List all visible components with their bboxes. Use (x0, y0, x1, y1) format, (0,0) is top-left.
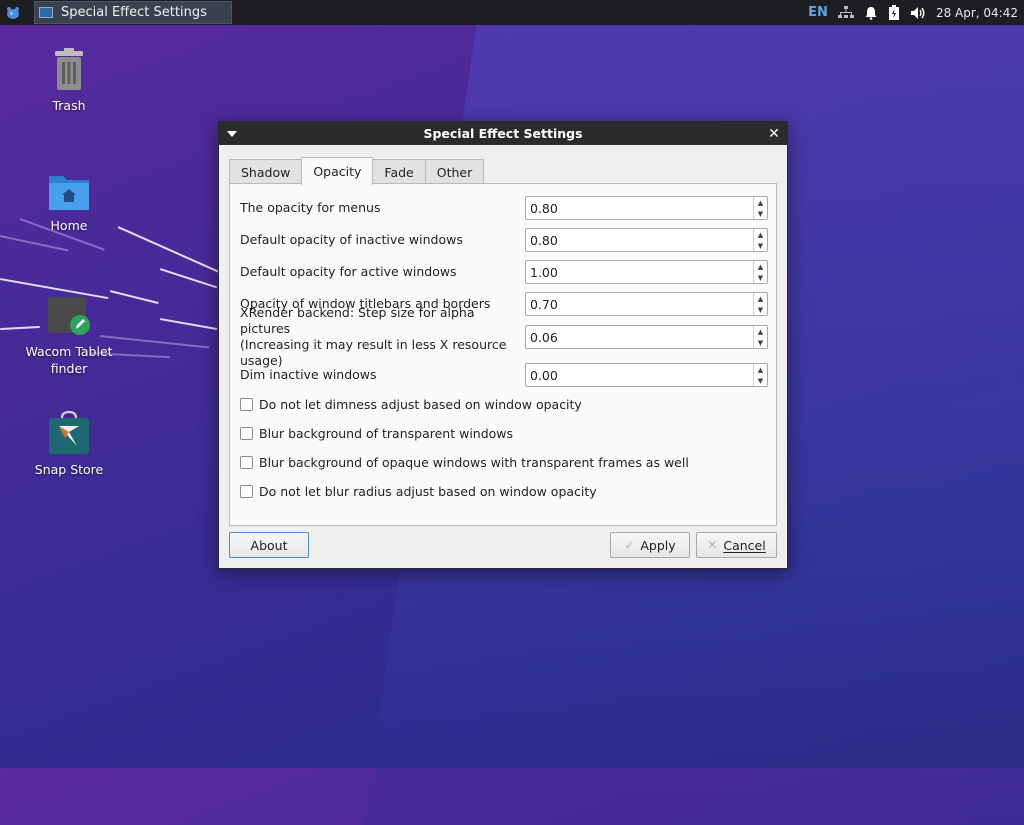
chevron-down-icon (227, 130, 237, 137)
spin-up-icon[interactable]: ▲ (754, 364, 767, 375)
tab-bar: Shadow Opacity Fade Other (229, 157, 485, 185)
taskbar-window-button[interactable]: Special Effect Settings (34, 1, 232, 24)
xfce-mouse-icon (7, 6, 19, 19)
applications-menu-button[interactable] (0, 0, 26, 25)
spin-up-icon[interactable]: ▲ (754, 261, 767, 272)
tab-shadow[interactable]: Shadow (229, 159, 303, 185)
check-icon: ✓ (624, 538, 635, 552)
tab-opacity[interactable]: Opacity (301, 157, 374, 185)
spin-up-icon[interactable]: ▲ (754, 197, 767, 208)
wallpaper-streak (0, 235, 69, 252)
volume-icon[interactable] (910, 6, 926, 20)
desktop-icon-label: Home (50, 218, 88, 233)
close-button[interactable]: ✕ (761, 126, 787, 142)
apply-button-label: Apply (640, 537, 676, 553)
setting-row-inactive-opacity: Default opacity of inactive windows 0.80… (240, 227, 768, 253)
wallpaper-streak (159, 268, 218, 289)
opacity-tab-panel: The opacity for menus 0.80 ▲ ▼ Default op… (229, 183, 777, 526)
window-icon (39, 7, 53, 18)
spin-up-icon[interactable]: ▲ (754, 229, 767, 240)
setting-label: Dim inactive windows (240, 367, 377, 382)
checkbox-dimness-opacity[interactable]: Do not let dimness adjust based on windo… (240, 397, 582, 412)
spinbox-value[interactable]: 0.80 (526, 197, 753, 219)
menu-opacity-spinbox[interactable]: 0.80 ▲ ▼ (525, 196, 768, 220)
wallpaper-streak (159, 318, 218, 331)
desktop-icon-label: Trash (52, 98, 86, 113)
apply-button[interactable]: ✓ Apply (610, 532, 690, 558)
checkbox-box[interactable] (240, 485, 253, 498)
network-icon[interactable] (837, 5, 854, 20)
spin-down-icon[interactable]: ▼ (754, 304, 767, 315)
setting-label: Default opacity of inactive windows (240, 232, 463, 247)
cancel-icon: ✕ (707, 538, 718, 552)
tab-fade[interactable]: Fade (372, 159, 426, 185)
spin-down-icon[interactable]: ▼ (754, 240, 767, 251)
trash-icon (51, 48, 87, 92)
notification-bell-icon[interactable] (864, 6, 878, 20)
wallpaper-streak (117, 226, 219, 273)
spin-up-icon[interactable]: ▲ (754, 293, 767, 304)
about-button-label: About (250, 537, 288, 553)
titlebar-opacity-spinbox[interactable]: 0.70 ▲ ▼ (525, 292, 768, 316)
wacom-tablet-icon (46, 295, 92, 337)
clock[interactable]: 28 Apr, 04:42 (936, 6, 1018, 20)
setting-row-xrender-step: XRender backend: Step size for alpha pic… (240, 305, 768, 368)
desktop-icon-trash[interactable]: Trash (19, 48, 119, 113)
dim-inactive-spinbox[interactable]: 0.00 ▲ ▼ (525, 363, 768, 387)
desktop-icon-wacom[interactable]: Wacom Tablet finder (19, 295, 119, 377)
spin-down-icon[interactable]: ▼ (754, 375, 767, 386)
tab-other[interactable]: Other (424, 159, 485, 185)
home-folder-icon (48, 172, 90, 212)
checkbox-label: Blur background of opaque windows with t… (259, 455, 689, 470)
spinbox-value[interactable]: 0.80 (526, 229, 753, 251)
spin-down-icon[interactable]: ▼ (754, 208, 767, 219)
close-icon: ✕ (768, 125, 780, 142)
top-panel: Special Effect Settings EN 28 Apr, 04:42 (0, 0, 1024, 25)
dialog-title: Special Effect Settings (423, 126, 583, 141)
checkbox-box[interactable] (240, 427, 253, 440)
checkbox-blur-opaque-frames[interactable]: Blur background of opaque windows with t… (240, 455, 689, 470)
checkbox-blur-radius-opacity[interactable]: Do not let blur radius adjust based on w… (240, 484, 597, 499)
setting-row-active-opacity: Default opacity for active windows 1.00 … (240, 259, 768, 285)
checkbox-label: Do not let dimness adjust based on windo… (259, 397, 582, 412)
spinbox-value[interactable]: 1.00 (526, 261, 753, 283)
checkbox-label: Blur background of transparent windows (259, 426, 514, 441)
spin-up-icon[interactable]: ▲ (754, 326, 767, 337)
setting-label: XRender backend: Step size for alpha pic… (240, 305, 507, 368)
cancel-button-label: Cancel (723, 537, 766, 553)
desktop-icon-home[interactable]: Home (19, 172, 119, 233)
cancel-button[interactable]: ✕ Cancel (696, 532, 777, 558)
about-button[interactable]: About (229, 532, 309, 558)
spinbox-value[interactable]: 0.00 (526, 364, 753, 386)
checkbox-box[interactable] (240, 456, 253, 469)
keyboard-layout-indicator[interactable]: EN (808, 5, 828, 20)
xrender-step-spinbox[interactable]: 0.06 ▲ ▼ (525, 325, 768, 349)
checkbox-label: Do not let blur radius adjust based on w… (259, 484, 597, 499)
inactive-opacity-spinbox[interactable]: 0.80 ▲ ▼ (525, 228, 768, 252)
special-effect-settings-dialog: Special Effect Settings ✕ Shadow Opacity… (218, 121, 788, 569)
checkbox-blur-transparent[interactable]: Blur background of transparent windows (240, 426, 513, 441)
window-menu-button[interactable] (219, 130, 245, 137)
spinbox-value[interactable]: 0.06 (526, 326, 753, 348)
system-tray: EN 28 Apr, 04:42 (808, 5, 1024, 20)
battery-icon[interactable] (888, 5, 900, 20)
setting-row-dim-inactive: Dim inactive windows 0.00 ▲ ▼ (240, 362, 768, 388)
spin-down-icon[interactable]: ▼ (754, 337, 767, 348)
setting-label: The opacity for menus (240, 200, 381, 215)
desktop-icon-label: Wacom Tablet finder (25, 344, 113, 376)
spin-down-icon[interactable]: ▼ (754, 272, 767, 283)
setting-label: Default opacity for active windows (240, 264, 457, 279)
snap-store-icon (47, 410, 91, 456)
checkbox-box[interactable] (240, 398, 253, 411)
active-opacity-spinbox[interactable]: 1.00 ▲ ▼ (525, 260, 768, 284)
dialog-titlebar[interactable]: Special Effect Settings ✕ (219, 122, 787, 145)
desktop-icon-label: Snap Store (34, 462, 104, 477)
setting-row-menu-opacity: The opacity for menus 0.80 ▲ ▼ (240, 195, 768, 221)
taskbar-window-title: Special Effect Settings (61, 5, 207, 20)
desktop-icon-snap-store[interactable]: Snap Store (19, 410, 119, 477)
spinbox-value[interactable]: 0.70 (526, 293, 753, 315)
